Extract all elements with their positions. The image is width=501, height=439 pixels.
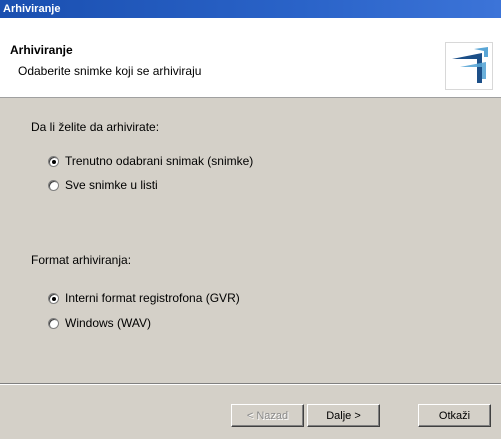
radio-button-unchecked[interactable] (48, 317, 59, 329)
window-title: Arhiviranje (3, 3, 61, 15)
header-subtitle: Odaberite snimke koji se arhiviraju (18, 64, 202, 78)
wizard-footer: < Nazad Dalje > Otkaži (0, 385, 501, 439)
radio-option-current-selection[interactable]: Trenutno odabrani snimak (snimke) (48, 154, 253, 168)
archive-selection-label: Da li želite da arhivirate: (31, 120, 160, 134)
radio-option-all-in-list[interactable]: Sve snimke u listi (48, 178, 158, 192)
radio-option-wav-format[interactable]: Windows (WAV) (48, 316, 151, 330)
wizard-body: Da li želite da arhivirate: Trenutno oda… (0, 98, 501, 383)
radio-label: Interni format registrofona (GVR) (65, 291, 240, 305)
back-button[interactable]: < Nazad (231, 404, 304, 427)
logo-graphic (452, 47, 488, 83)
radio-label: Windows (WAV) (65, 316, 152, 330)
cancel-button[interactable]: Otkaži (418, 404, 491, 427)
archive-format-label: Format arhiviranja: (31, 253, 132, 267)
window-title-bar: Arhiviranje (0, 0, 501, 18)
radio-label: Sve snimke u listi (65, 178, 158, 192)
next-button[interactable]: Dalje > (307, 404, 380, 427)
radio-option-gvr-format[interactable]: Interni format registrofona (GVR) (48, 291, 240, 305)
app-logo-icon (445, 42, 493, 90)
radio-button-checked[interactable] (48, 292, 59, 304)
radio-button-unchecked[interactable] (48, 179, 59, 191)
radio-button-checked[interactable] (48, 155, 59, 167)
wizard-header: Arhiviranje Odaberite snimke koji se arh… (0, 18, 501, 98)
header-title: Arhiviranje (10, 43, 73, 57)
radio-label: Trenutno odabrani snimak (snimke) (65, 154, 254, 168)
